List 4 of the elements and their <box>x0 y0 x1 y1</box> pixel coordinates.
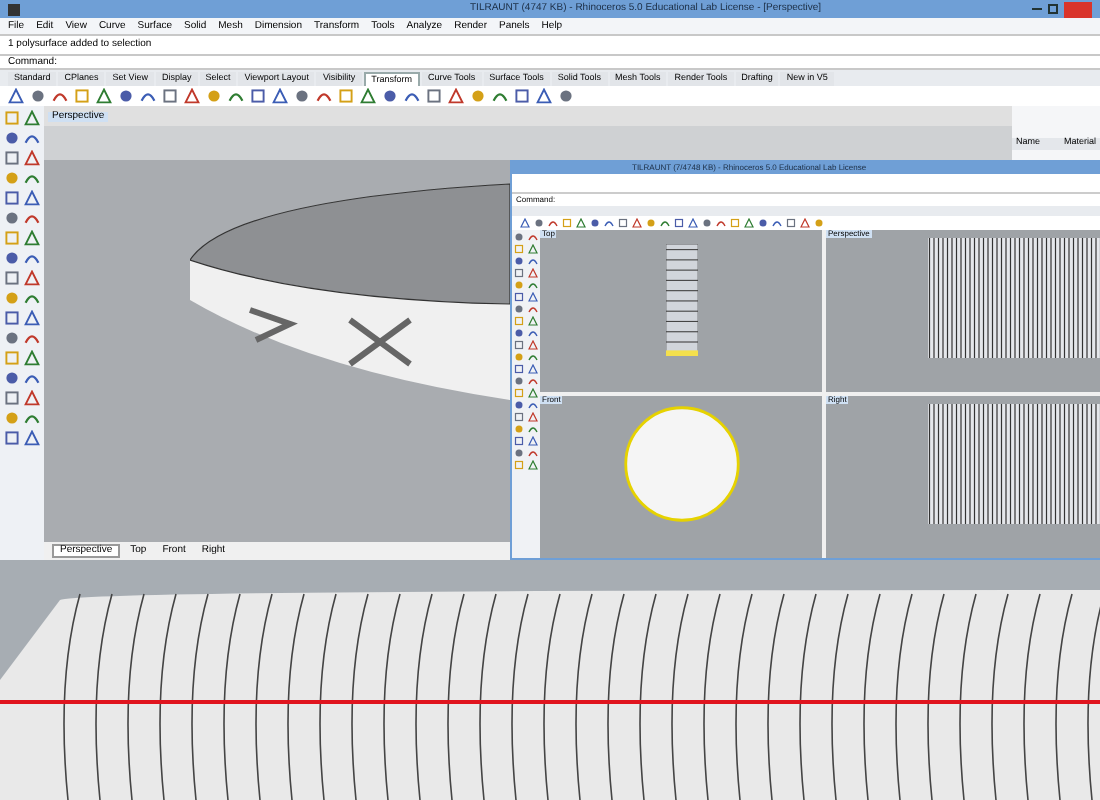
disc-drawing <box>621 404 741 524</box>
app-icon <box>8 3 20 15</box>
column-drawing <box>665 244 697 356</box>
maximize-icon[interactable] <box>1048 4 1058 14</box>
